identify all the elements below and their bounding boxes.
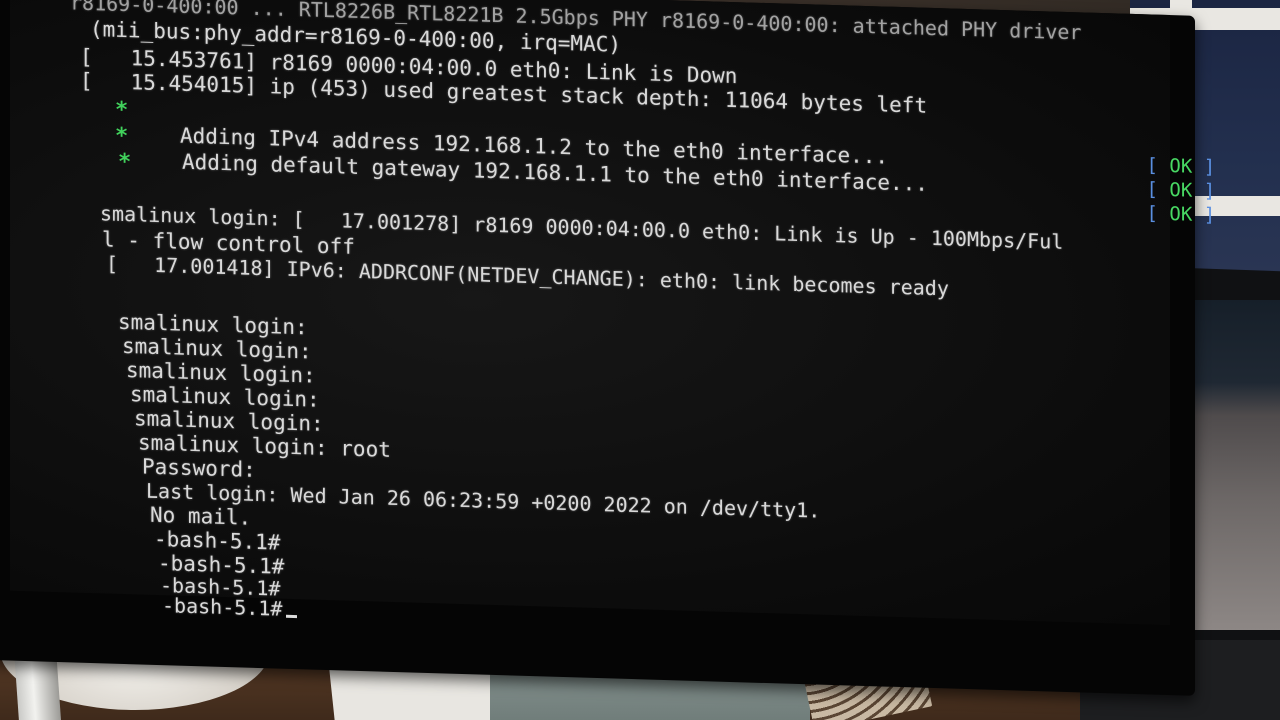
cursor: [286, 614, 298, 619]
status-star: *: [118, 149, 132, 176]
monitor-screen: r8169-0-400:00 ... RTL8226B_RTL8221B 2.5…: [10, 0, 1215, 626]
no-mail: No mail.: [150, 502, 252, 530]
console-line-ipv6: [ 17.001418] IPv6: ADDRCONF(NETDEV_CHANG…: [106, 251, 949, 301]
photo-scene: r8169-0-400:00 ... RTL8226B_RTL8221B 2.5…: [0, 0, 1280, 720]
bash-prompt: -bash-5.1#: [162, 593, 283, 621]
monitor: r8169-0-400:00 ... RTL8226B_RTL8221B 2.5…: [0, 0, 1215, 696]
password-prompt: Password:: [142, 454, 256, 482]
ok-status: [ OK ]: [1146, 202, 1216, 227]
bash-prompt-active[interactable]: -bash-5.1#: [162, 593, 298, 621]
status-star: *: [115, 97, 129, 124]
status-star: *: [115, 123, 129, 150]
